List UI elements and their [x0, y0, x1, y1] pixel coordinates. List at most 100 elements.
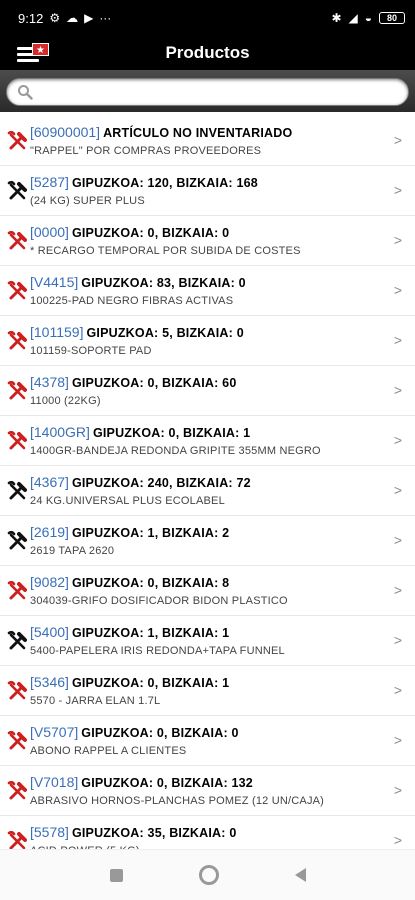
tools-black-icon: [7, 480, 27, 500]
signal-icon: ◢: [348, 11, 358, 25]
product-code[interactable]: [9082]: [30, 574, 69, 590]
tools-red-icon: [7, 230, 27, 250]
product-row[interactable]: [2619] GIPUZKOA: 1, BIZKAIA: 2 2619 TAPA 2…: [0, 516, 415, 566]
product-row[interactable]: [5346] GIPUZKOA: 0, BIZKAIA: 1 5570 - JARR…: [0, 666, 415, 716]
search-bar: [0, 70, 415, 112]
product-stock: GIPUZKOA: 0, BIZKAIA: 0: [71, 226, 230, 240]
product-description: 5570 - JARRA ELAN 1.7L: [30, 695, 161, 707]
product-code[interactable]: [5287]: [30, 174, 69, 190]
product-code[interactable]: [5346]: [30, 674, 69, 690]
product-description: 5400-PAPELERA IRIS REDONDA+TAPA FUNNEL: [30, 645, 285, 657]
chevron-right-icon: >: [393, 382, 402, 398]
product-row[interactable]: [4378] GIPUZKOA: 0, BIZKAIA: 60 11000 (22K…: [0, 366, 415, 416]
product-row[interactable]: [5400] GIPUZKOA: 1, BIZKAIA: 1 5400-PAPELE…: [0, 616, 415, 666]
search-icon: [18, 85, 33, 100]
product-description: (24 KG) SUPER PLUS: [30, 195, 145, 207]
product-row[interactable]: [60900001] ARTÍCULO NO INVENTARIADO "RAPPE…: [0, 116, 415, 166]
product-row[interactable]: [V5707] GIPUZKOA: 0, BIZKAIA: 0 ABONO RAPP…: [0, 716, 415, 766]
product-stock: GIPUZKOA: 0, BIZKAIA: 132: [81, 776, 253, 790]
product-description: 304039-GRIFO DOSIFICADOR BIDON PLASTICO: [30, 595, 288, 607]
status-bar: 9:12 ⚙ ☁ ▶ ··· ✱ ◢ ◒ 80: [0, 0, 415, 36]
chevron-right-icon: >: [393, 782, 402, 798]
product-stock: GIPUZKOA: 35, BIZKAIA: 0: [71, 826, 237, 840]
product-code[interactable]: [V5707]: [30, 724, 78, 740]
wifi-icon: ◒: [364, 11, 372, 25]
tools-black-icon: [7, 630, 27, 650]
search-input[interactable]: [39, 81, 396, 105]
app-header: ★ Productos: [0, 36, 415, 70]
tools-red-icon: [7, 330, 27, 350]
tools-red-icon: [7, 280, 27, 300]
product-row[interactable]: [0000] GIPUZKOA: 0, BIZKAIA: 0 * RECARGO T…: [0, 216, 415, 266]
product-stock: GIPUZKOA: 0, BIZKAIA: 0: [81, 726, 239, 740]
product-code[interactable]: [4378]: [30, 374, 69, 390]
product-stock: GIPUZKOA: 1, BIZKAIA: 1: [71, 626, 230, 640]
chevron-right-icon: >: [393, 532, 402, 548]
chevron-right-icon: >: [393, 232, 402, 248]
chevron-right-icon: >: [393, 182, 402, 198]
product-stock: ARTÍCULO NO INVENTARIADO: [103, 126, 293, 140]
product-row[interactable]: [4367] GIPUZKOA: 240, BIZKAIA: 72 24 KG.UN…: [0, 466, 415, 516]
product-description: ABONO RAPPEL A CLIENTES: [30, 745, 187, 757]
chevron-right-icon: >: [393, 682, 402, 698]
chevron-right-icon: >: [393, 482, 402, 498]
product-code[interactable]: [5578]: [30, 824, 69, 840]
chevron-right-icon: >: [393, 582, 402, 598]
product-code[interactable]: [5400]: [30, 624, 69, 640]
product-description: 11000 (22KG): [30, 395, 101, 407]
chevron-right-icon: >: [393, 632, 402, 648]
tools-black-icon: [7, 180, 27, 200]
product-row[interactable]: [V7018] GIPUZKOA: 0, BIZKAIA: 132 ABRASIVO…: [0, 766, 415, 816]
menu-icon[interactable]: ★: [17, 43, 49, 63]
chevron-right-icon: >: [393, 732, 402, 748]
product-row[interactable]: [5287] GIPUZKOA: 120, BIZKAIA: 168 (24 KG)…: [0, 166, 415, 216]
back-button[interactable]: [294, 868, 306, 882]
tools-red-icon: [7, 780, 27, 800]
product-code[interactable]: [0000]: [30, 224, 69, 240]
product-description: 1400GR-BANDEJA REDONDA GRIPITE 355MM NEG…: [30, 445, 321, 457]
product-code[interactable]: [60900001]: [30, 124, 100, 140]
product-code[interactable]: [1400GR]: [30, 424, 90, 440]
product-row[interactable]: [V4415] GIPUZKOA: 83, BIZKAIA: 0 100225-PA…: [0, 266, 415, 316]
product-description: 100225-PAD NEGRO FIBRAS ACTIVAS: [30, 295, 234, 307]
product-description: "RAPPEL" POR COMPRAS PROVEEDORES: [30, 145, 262, 157]
sync-icon: ⚙: [49, 11, 61, 25]
chevron-right-icon: >: [393, 432, 402, 448]
product-code[interactable]: [V7018]: [30, 774, 78, 790]
product-stock: GIPUZKOA: 0, BIZKAIA: 1: [71, 676, 230, 690]
chevron-right-icon: >: [393, 282, 402, 298]
product-stock: GIPUZKOA: 240, BIZKAIA: 72: [71, 476, 251, 490]
tools-black-icon: [7, 530, 27, 550]
tools-red-icon: [7, 730, 27, 750]
bluetooth-icon: ✱: [331, 11, 342, 25]
page-title: Productos: [165, 43, 250, 62]
product-code[interactable]: [101159]: [30, 324, 83, 340]
product-row[interactable]: [101159] GIPUZKOA: 5, BIZKAIA: 0 101159-SO…: [0, 316, 415, 366]
tools-red-icon: [7, 680, 27, 700]
search-box[interactable]: [6, 78, 409, 106]
status-time: 9:12: [18, 10, 44, 26]
product-row[interactable]: [1400GR] GIPUZKOA: 0, BIZKAIA: 1 1400GR-BA…: [0, 416, 415, 466]
product-stock: GIPUZKOA: 83, BIZKAIA: 0: [81, 276, 246, 290]
product-code[interactable]: [4367]: [30, 474, 69, 490]
more-notifications-icon: ···: [99, 11, 112, 25]
product-code[interactable]: [V4415]: [30, 274, 78, 290]
battery-icon: 80: [379, 12, 405, 24]
chevron-right-icon: >: [393, 132, 402, 148]
product-description: 24 KG.UNIVERSAL PLUS ECOLABEL: [30, 495, 225, 507]
product-description: 2619 TAPA 2620: [30, 545, 115, 557]
product-stock: GIPUZKOA: 0, BIZKAIA: 1: [92, 426, 251, 440]
product-stock: GIPUZKOA: 120, BIZKAIA: 168: [71, 176, 258, 190]
home-button[interactable]: [198, 865, 219, 885]
recent-apps-button[interactable]: [109, 868, 123, 882]
product-description: * RECARGO TEMPORAL POR SUBIDA DE COSTES: [30, 245, 301, 257]
product-stock: GIPUZKOA: 0, BIZKAIA: 8: [71, 576, 230, 590]
product-row[interactable]: [9082] GIPUZKOA: 0, BIZKAIA: 8 304039-GRIF…: [0, 566, 415, 616]
product-stock: GIPUZKOA: 0, BIZKAIA: 60: [71, 376, 237, 390]
tools-red-icon: [7, 130, 27, 150]
tools-red-icon: [7, 430, 27, 450]
product-code[interactable]: [2619]: [30, 524, 69, 540]
youtube-icon: ▶: [84, 11, 94, 25]
star-flag-icon: ★: [32, 43, 49, 56]
product-stock: GIPUZKOA: 5, BIZKAIA: 0: [86, 326, 244, 340]
